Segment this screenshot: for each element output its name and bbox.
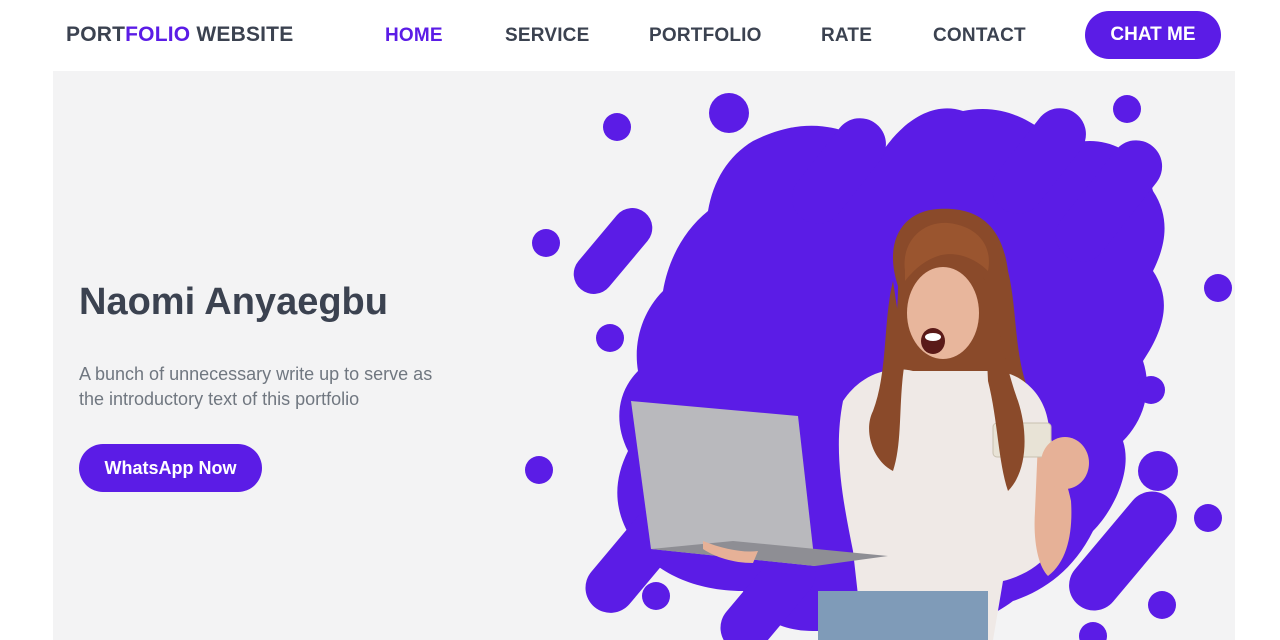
nav-portfolio[interactable]: PORTFOLIO — [649, 25, 762, 47]
hero-title: Naomi Anyaegbu — [79, 281, 388, 323]
logo-text-part3: WEBSITE — [190, 23, 294, 46]
hero-section: Naomi Anyaegbu A bunch of unnecessary wr… — [53, 71, 1235, 640]
chat-me-button[interactable]: CHAT ME — [1085, 11, 1221, 59]
hero-intro-line2: the introductory text of this portfolio — [79, 389, 360, 409]
nav-contact[interactable]: CONTACT — [933, 25, 1026, 47]
nav-rate[interactable]: RATE — [821, 25, 872, 47]
hero-intro-line1: A bunch of unnecessary write up to serve… — [79, 364, 433, 384]
navbar: PORTFOLIO WEBSITE HOME SERVICE PORTFOLIO… — [0, 0, 1280, 71]
hero-intro-text: A bunch of unnecessary write up to serve… — [79, 362, 509, 412]
nav-service[interactable]: SERVICE — [505, 25, 589, 47]
logo-text-accent: FOLIO — [125, 23, 191, 46]
nav-home[interactable]: HOME — [385, 25, 443, 47]
site-logo[interactable]: PORTFOLIO WEBSITE — [66, 23, 293, 47]
hero-illustration — [525, 93, 1232, 640]
logo-text-part1: PORT — [66, 23, 126, 46]
whatsapp-button[interactable]: WhatsApp Now — [79, 444, 262, 492]
